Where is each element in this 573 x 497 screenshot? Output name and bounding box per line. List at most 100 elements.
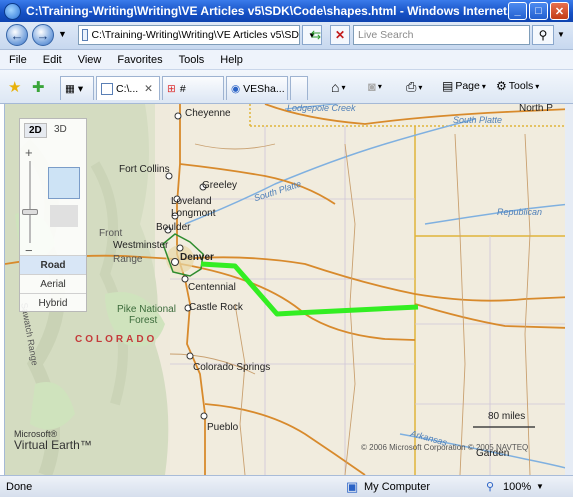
- tools-menu-label: Tools: [508, 80, 534, 92]
- menu-edit[interactable]: Edit: [43, 54, 62, 66]
- minimize-button[interactable]: _: [508, 2, 527, 20]
- aerial-style-button[interactable]: Aerial: [20, 274, 86, 293]
- city-label-greeley: Greeley: [202, 180, 238, 191]
- stop-icon: ✕: [334, 28, 346, 42]
- ie-icon: [4, 2, 21, 20]
- feeds-icon: ◙: [368, 79, 376, 94]
- page-menu-button[interactable]: ▤ Page ▾: [442, 79, 486, 93]
- city-label-cheyenne: Cheyenne: [185, 108, 231, 119]
- ve-logo-virtual-earth: Virtual Earth™: [14, 438, 92, 452]
- page-menu-label: Page: [455, 80, 480, 92]
- tab-label: C:\...: [116, 82, 139, 95]
- feeds-button[interactable]: ◙ ▾: [368, 79, 382, 94]
- windows-logo-icon: ⊞: [167, 82, 176, 95]
- menu-tools[interactable]: Tools: [179, 54, 205, 66]
- title-bar: C:\Training-Writing\Writing\VE Articles …: [0, 0, 573, 22]
- security-zone: My Computer: [364, 480, 431, 493]
- menu-help[interactable]: Help: [220, 54, 243, 66]
- status-text: Done: [6, 480, 33, 493]
- menu-favorites[interactable]: Favorites: [117, 54, 162, 66]
- page-icon: [82, 29, 89, 41]
- address-text: C:\Training-Writing\Writing\VE Articles …: [91, 29, 299, 41]
- quick-tabs-button[interactable]: ▦ ▾: [60, 76, 94, 100]
- refresh-icon: ⇆: [310, 28, 322, 42]
- search-options-icon[interactable]: ▼: [557, 30, 565, 39]
- zoom-slider-handle[interactable]: [22, 209, 38, 215]
- zoom-in-icon[interactable]: +: [25, 145, 33, 160]
- home-icon: ⌂: [331, 79, 340, 95]
- quick-tabs-icon: ▦ ▾: [65, 82, 84, 95]
- tab-hash[interactable]: ⊞ #: [162, 76, 224, 100]
- navigation-bar: ← → ▼ C:\Training-Writing\Writing\VE Art…: [0, 22, 573, 50]
- tab-vesha[interactable]: ◉ VESha...: [226, 76, 288, 100]
- search-icon: ⚲: [538, 28, 548, 42]
- map-canvas: [5, 104, 568, 475]
- city-label-longmont: Longmont: [171, 208, 216, 219]
- range-label-range: Range: [113, 254, 143, 265]
- map-copyright: © 2006 Microsoft Corporation © 2005 NAVT…: [361, 443, 529, 452]
- back-button[interactable]: ←: [6, 24, 28, 46]
- search-input[interactable]: Live Search: [353, 25, 530, 45]
- stop-button[interactable]: ✕: [330, 25, 350, 45]
- city-label-denver: Denver: [180, 252, 214, 263]
- forest-label-2: Forest: [129, 315, 158, 326]
- tab-bar: ★ ✚ ▦ ▾ C:\... ✕ ⊞ # ◉ VESha... ⌂ ▾ ◙ ▾ ⎙ ▾…: [0, 70, 573, 104]
- tab-label: #: [179, 82, 186, 95]
- compass-map-icon[interactable]: [48, 167, 80, 199]
- new-tab-button[interactable]: [290, 76, 308, 100]
- favorites-star-icon[interactable]: ★: [8, 78, 21, 96]
- creek-label-lodgepole: Lodgepole Creek: [287, 104, 356, 113]
- close-button[interactable]: ✕: [550, 2, 569, 20]
- map-viewport[interactable]: Cheyenne Fort Collins Greeley Loveland L…: [4, 104, 569, 475]
- city-label-castle-rock: Castle Rock: [189, 302, 243, 313]
- view-3d-button[interactable]: 3D: [50, 123, 71, 136]
- city-label-pueblo: Pueblo: [207, 422, 239, 433]
- city-label-boulder: Boulder: [156, 222, 191, 233]
- menu-bar: File Edit View Favorites Tools Help: [0, 50, 573, 70]
- vertical-scrollbar[interactable]: [565, 104, 573, 475]
- zoom-level[interactable]: 100%: [503, 481, 531, 493]
- recent-pages-dropdown-icon[interactable]: ▼: [58, 29, 67, 39]
- zoom-dropdown-icon[interactable]: ▼: [536, 482, 544, 491]
- tools-menu-button[interactable]: ⚙ Tools ▾: [496, 79, 539, 93]
- city-label-north-p: North P: [519, 104, 553, 114]
- window-title: C:\Training-Writing\Writing\VE Articles …: [26, 4, 508, 18]
- map-navigation-dashboard: 2D 3D + − Road Aerial Hybrid: [19, 118, 87, 312]
- gear-icon: ⚙: [496, 79, 507, 93]
- address-bar[interactable]: C:\Training-Writing\Writing\VE Articles …: [78, 25, 300, 45]
- page-icon: ▤: [442, 79, 454, 93]
- city-label-centennial: Centennial: [188, 282, 236, 293]
- menu-file[interactable]: File: [9, 54, 27, 66]
- river-label-south-platte-2: South Platte: [453, 115, 503, 125]
- printer-icon: ⎙: [406, 79, 417, 94]
- ie-page-icon: ◉: [231, 82, 241, 95]
- maximize-button[interactable]: □: [529, 2, 548, 20]
- home-button[interactable]: ⌂ ▾: [331, 79, 345, 95]
- zoom-icon: ⚲: [486, 481, 495, 493]
- refresh-button[interactable]: ⇆: [307, 25, 325, 45]
- add-favorite-icon[interactable]: ✚: [32, 78, 45, 96]
- river-label-republican: Republican: [497, 207, 543, 217]
- city-label-colorado-springs: Colorado Springs: [193, 362, 271, 373]
- road-style-button[interactable]: Road: [20, 255, 86, 274]
- birdseye-icon[interactable]: [50, 205, 78, 227]
- forward-arrow-icon: →: [36, 27, 50, 43]
- status-bar: Done ▣ My Computer ⚲ 100% ▼: [0, 475, 573, 497]
- menu-view[interactable]: View: [78, 54, 102, 66]
- search-placeholder: Live Search: [358, 29, 414, 41]
- page-icon: [101, 82, 113, 95]
- city-label-westminster: Westminster: [113, 240, 169, 251]
- print-button[interactable]: ⎙ ▾: [406, 79, 422, 95]
- search-button[interactable]: ⚲: [532, 25, 554, 45]
- zoom-slider-track[interactable]: [29, 161, 31, 243]
- tab-current[interactable]: C:\... ✕: [96, 76, 160, 100]
- forest-label: Pike National: [117, 304, 176, 315]
- forward-button[interactable]: →: [32, 24, 54, 46]
- state-label: COLORADO: [75, 334, 158, 345]
- hybrid-style-button[interactable]: Hybrid: [20, 293, 86, 312]
- view-2d-button[interactable]: 2D: [24, 123, 47, 138]
- tab-label: VESha...: [243, 82, 285, 95]
- close-tab-icon[interactable]: ✕: [144, 83, 153, 95]
- back-arrow-icon: ←: [10, 27, 24, 43]
- range-label-front: Front: [99, 228, 123, 239]
